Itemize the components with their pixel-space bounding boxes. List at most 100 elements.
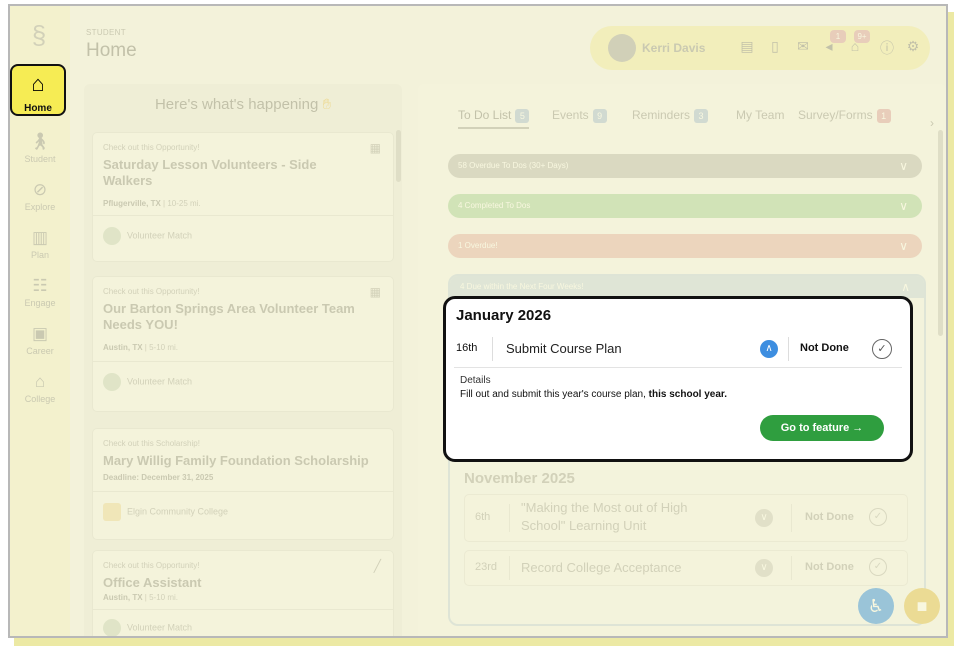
card-source: Volunteer Match: [103, 227, 192, 245]
tab-events[interactable]: Events 9: [552, 108, 607, 123]
tab-survey-forms[interactable]: Survey/Forms 1: [798, 108, 891, 123]
feed-card[interactable]: Check out this Opportunity! ╱ Office Ass…: [92, 550, 394, 636]
sidebar-item-label: Career: [26, 346, 54, 356]
divider: [93, 215, 393, 216]
opportunity-icon: ▦: [369, 141, 381, 155]
todo-task[interactable]: Submit Course Plan: [506, 341, 622, 356]
panel-scrollbar[interactable]: [938, 130, 943, 336]
todo-day: 23rd: [475, 561, 498, 573]
chevron-up-icon[interactable]: ∧: [760, 340, 778, 358]
divider: [93, 609, 393, 610]
check-icon[interactable]: ✓: [872, 339, 892, 359]
todo-row[interactable]: 23rd Record College Acceptance ∨ Not Don…: [464, 550, 908, 586]
card-title[interactable]: Saturday Lesson Volunteers - Side Walker…: [103, 157, 363, 189]
document-icon[interactable]: ▯: [766, 38, 784, 55]
chevron-down-icon: ∨: [899, 239, 908, 253]
card-title[interactable]: Mary Willig Family Foundation Scholarshi…: [103, 453, 393, 469]
tabs-next-arrow[interactable]: ›: [930, 116, 934, 130]
card-title[interactable]: Office Assistant: [103, 575, 363, 591]
sidebar-item-student[interactable]: 🚶︎ Student: [10, 132, 70, 164]
todo-task[interactable]: "Making the Most out of High School" Lea…: [521, 499, 721, 535]
source-logo-icon: [103, 373, 121, 391]
source-logo-icon: [103, 227, 121, 245]
sidebar-item-college[interactable]: ⌂ College: [10, 372, 70, 404]
card-title[interactable]: Our Barton Springs Area Volunteer Team N…: [103, 301, 363, 333]
tab-count-badge: 9: [592, 109, 607, 123]
accordion-overdue-30[interactable]: 58 Overdue To Dos (30+ Days) ∨: [448, 154, 922, 178]
divider: [93, 361, 393, 362]
chart-icon: ╱: [373, 559, 381, 573]
expand-icon[interactable]: ∨: [755, 509, 773, 527]
card-source: Volunteer Match: [103, 619, 192, 636]
sidebar-item-explore[interactable]: ⊘ Explore: [10, 180, 70, 212]
tab-count-badge: 1: [876, 109, 891, 123]
help-icon[interactable]: ⓘ: [878, 38, 896, 58]
tab-my-team[interactable]: My Team: [736, 108, 784, 122]
gear-icon[interactable]: ⚙︎: [904, 38, 922, 55]
sidebar-item-plan[interactable]: ▥ Plan: [10, 228, 70, 260]
sidebar-item-engage[interactable]: ☷ Engage: [10, 276, 70, 308]
user-bar: Kerri Davis ▤ ▯ ✉︎ ◂ 1 ⌂ 9+ ⓘ ⚙︎: [590, 26, 930, 70]
todo-task[interactable]: Record College Acceptance: [521, 559, 681, 577]
card-meta: Pflugerville, TX | 10-25 mi.: [103, 199, 201, 208]
divider: [93, 491, 393, 492]
briefcase-icon: ▣: [31, 324, 49, 343]
divider: [791, 504, 792, 532]
student-icon: 🚶︎: [29, 132, 51, 151]
college-icon: ⌂: [34, 372, 46, 391]
divider: [492, 337, 493, 361]
opportunity-icon: ▦: [369, 285, 381, 299]
tab-count-badge: 3: [694, 109, 709, 123]
chat-icon[interactable]: ■: [904, 588, 940, 624]
feed-card[interactable]: Check out this Opportunity! ▦ Saturday L…: [92, 132, 394, 262]
accordion-completed[interactable]: 4 Completed To Dos ∨: [448, 194, 922, 218]
activity-feed: Here's what's happening ✋︎ Check out thi…: [84, 84, 402, 636]
accordion-overdue[interactable]: 1 Overdue! ∨: [448, 234, 922, 258]
tab-to-do-list[interactable]: To Do List 5: [458, 108, 530, 129]
todo-row[interactable]: 6th "Making the Most out of High School"…: [464, 494, 908, 542]
todo-row[interactable]: 16th Submit Course Plan ∧ Not Done ✓: [454, 331, 902, 368]
divider: [509, 504, 510, 532]
sidebar-item-label: College: [24, 394, 56, 404]
chevron-up-icon: ∧: [901, 280, 910, 294]
card-meta: Deadline: December 31, 2025: [103, 473, 214, 482]
page-title: Home: [86, 40, 137, 61]
sidebar-item-career[interactable]: ▣ Career: [10, 324, 70, 356]
tab-reminders[interactable]: Reminders 3: [632, 108, 709, 123]
accordion-due-soon-header[interactable]: 4 Due within the Next Four Weeks! ∧: [450, 276, 924, 298]
sidebar-item-label: Home: [24, 103, 52, 114]
card-kicker: Check out this Opportunity!: [103, 287, 200, 296]
bell-badge: 9+: [854, 30, 870, 43]
avatar[interactable]: [608, 34, 636, 62]
mail-icon[interactable]: ✉︎: [794, 38, 812, 55]
check-icon[interactable]: ✓: [869, 508, 887, 526]
calendar-icon[interactable]: ▤: [738, 38, 756, 55]
todo-status: Not Done: [805, 561, 854, 573]
card-kicker: Check out this Opportunity!: [103, 143, 200, 152]
todo-status: Not Done: [800, 342, 849, 354]
go-to-feature-button[interactable]: Go to feature →: [760, 415, 884, 441]
divider: [788, 337, 789, 361]
highlighted-todo-card: January 2026 16th Submit Course Plan ∧ N…: [443, 296, 913, 462]
accessibility-icon[interactable]: ♿︎: [858, 588, 894, 624]
details-text: Fill out and submit this year's course p…: [460, 389, 728, 400]
sidebar-item-home[interactable]: ⌂ Home: [10, 64, 66, 116]
details-label: Details: [460, 375, 491, 386]
feed-scrollbar[interactable]: [396, 130, 401, 182]
month-heading: January 2026: [456, 307, 552, 324]
card-source: Elgin Community College: [103, 503, 228, 521]
card-kicker: Check out this Opportunity!: [103, 561, 200, 570]
expand-icon[interactable]: ∨: [755, 559, 773, 577]
card-meta: Austin, TX | 5-10 mi.: [103, 593, 178, 602]
card-source: Volunteer Match: [103, 373, 192, 391]
home-icon: ⌂: [31, 71, 45, 96]
divider: [791, 556, 792, 580]
todo-day: 6th: [475, 511, 491, 523]
chevron-down-icon: ∨: [899, 159, 908, 173]
feed-card[interactable]: Check out this Scholarship! Mary Willig …: [92, 428, 394, 540]
feed-card[interactable]: Check out this Opportunity! ▦ Our Barton…: [92, 276, 394, 412]
chevron-down-icon: ∨: [899, 199, 908, 213]
user-name[interactable]: Kerri Davis: [642, 41, 705, 55]
sidebar-item-label: Explore: [24, 202, 56, 212]
check-icon[interactable]: ✓: [869, 558, 887, 576]
